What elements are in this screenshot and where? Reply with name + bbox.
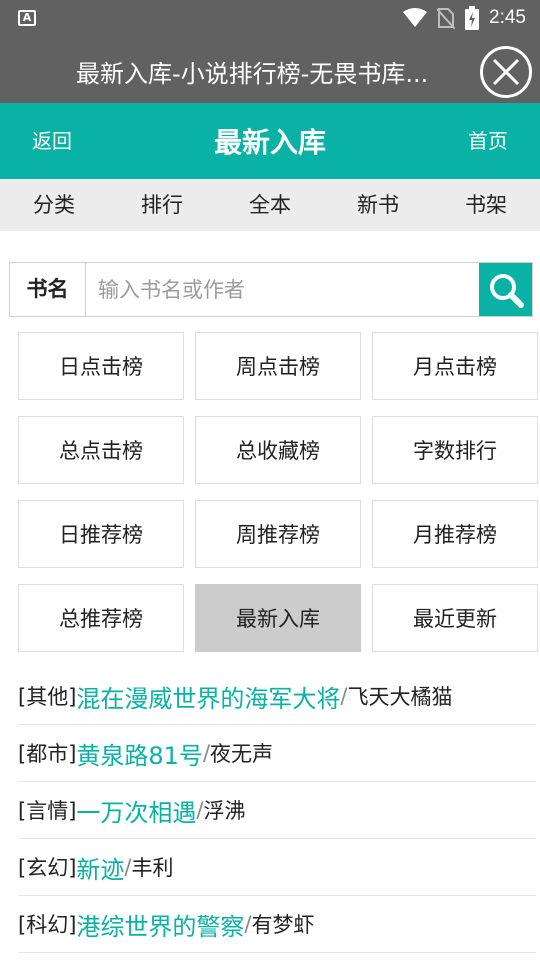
home-link[interactable]: 首页 <box>468 125 508 154</box>
separator: / <box>124 855 132 879</box>
nav-item-complete[interactable]: 全本 <box>216 179 324 231</box>
ranking-button[interactable]: 月点击榜 <box>372 332 538 400</box>
separator: / <box>244 912 252 936</box>
close-button[interactable] <box>480 46 532 98</box>
ranking-button-active[interactable]: 最新入库 <box>195 584 361 652</box>
ranking-grid: 日点击榜 周点击榜 月点击榜 总点击榜 总收藏榜 字数排行 日推荐榜 周推荐榜 … <box>18 332 538 652</box>
list-item: [都市] 黄泉路81号 / 夜无声 <box>18 725 536 782</box>
list-item: [科幻] 港综世界的警察 / 有梦虾 <box>18 896 536 953</box>
list-item: [言情] 一万次相遇 / 浮沸 <box>18 782 536 839</box>
nav-item-category[interactable]: 分类 <box>0 179 108 231</box>
book-category[interactable]: [其他] <box>18 681 76 711</box>
list-item: [玄幻] 新迹 / 丰利 <box>18 839 536 896</box>
ranking-button[interactable]: 日推荐榜 <box>18 500 184 568</box>
book-category[interactable]: [言情] <box>18 795 76 825</box>
book-category[interactable]: [科幻] <box>18 909 76 939</box>
page-title: 最新入库-小说排行榜-无畏书库... <box>76 60 429 88</box>
book-author: 有梦虾 <box>251 913 315 937</box>
search-bar: 书名 <box>9 262 533 317</box>
ranking-button[interactable]: 总收藏榜 <box>195 416 361 484</box>
close-icon <box>492 58 520 86</box>
nav-item-ranking[interactable]: 排行 <box>108 179 216 231</box>
ranking-button[interactable]: 月推荐榜 <box>372 500 538 568</box>
clock: 2:45 <box>489 7 526 28</box>
separator: / <box>196 798 204 822</box>
status-bar: A 2:45 <box>0 0 540 36</box>
nav-item-bookshelf[interactable]: 书架 <box>432 179 540 231</box>
book-title-link[interactable]: 新迹 <box>76 850 124 885</box>
battery-charging-icon <box>465 6 480 30</box>
book-title-link[interactable]: 一万次相遇 <box>76 793 196 828</box>
ranking-button[interactable]: 总推荐榜 <box>18 584 184 652</box>
list-item: [其他] 混在漫威世界的海军大将 / 飞天大橘猫 <box>18 668 536 725</box>
book-author: 夜无声 <box>210 742 274 766</box>
search-label: 书名 <box>10 263 86 316</box>
ranking-button[interactable]: 最近更新 <box>372 584 538 652</box>
book-category[interactable]: [玄幻] <box>18 852 76 882</box>
separator: / <box>202 741 211 765</box>
separator: / <box>340 684 348 708</box>
book-author: 浮沸 <box>203 799 246 823</box>
ranking-button[interactable]: 周点击榜 <box>195 332 361 400</box>
book-title-link[interactable]: 混在漫威世界的海军大将 <box>76 679 340 714</box>
no-sim-icon <box>437 8 456 29</box>
back-link[interactable]: 返回 <box>32 125 72 154</box>
browser-title-bar: 最新入库-小说排行榜-无畏书库... <box>0 36 540 103</box>
app-notification-icon: A <box>18 10 36 26</box>
search-icon <box>489 273 524 308</box>
book-category[interactable]: [都市] <box>18 738 76 768</box>
ranking-button[interactable]: 总点击榜 <box>18 416 184 484</box>
wifi-icon <box>403 8 428 27</box>
search-input[interactable] <box>86 263 479 316</box>
ranking-button[interactable]: 周推荐榜 <box>195 500 361 568</box>
nav-bar: 分类 排行 全本 新书 书架 <box>0 179 540 231</box>
header-title: 最新入库 <box>213 126 326 159</box>
nav-item-new-books[interactable]: 新书 <box>324 179 432 231</box>
search-button[interactable] <box>479 263 532 316</box>
book-title-link[interactable]: 港综世界的警察 <box>76 907 244 942</box>
book-list: [其他] 混在漫威世界的海军大将 / 飞天大橘猫 [都市] 黄泉路81号 / 夜无声 [言情… <box>18 668 536 953</box>
book-title-link[interactable]: 黄泉路81号 <box>76 736 203 771</box>
status-icons: 2:45 <box>403 0 526 36</box>
ranking-button[interactable]: 日点击榜 <box>18 332 184 400</box>
book-author: 丰利 <box>131 856 174 880</box>
ranking-button[interactable]: 字数排行 <box>372 416 538 484</box>
site-header: 最新入库 返回 首页 <box>0 103 540 179</box>
book-author: 飞天大橘猫 <box>347 685 453 709</box>
